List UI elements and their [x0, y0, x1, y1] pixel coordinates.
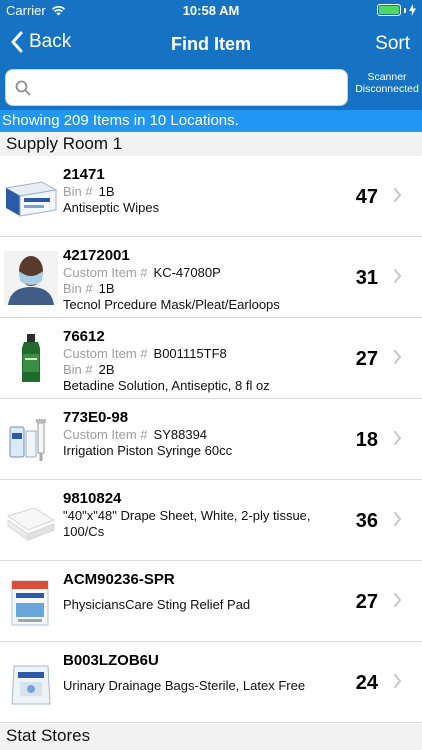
custom-item-label: Custom Item #	[63, 427, 148, 442]
page-title: Find Item	[171, 34, 251, 54]
item-row[interactable]: ACM90236-SPR PhysiciansCare Sting Relief…	[0, 561, 422, 642]
item-description: Betadine Solution, Antiseptic, 8 fl oz	[63, 378, 270, 393]
battery-icon	[377, 4, 401, 16]
results-summary: Showing 209 Items in 10 Locations.	[0, 110, 422, 132]
section-header: Stat Stores	[0, 724, 422, 750]
scanner-status-line2: Disconnected	[355, 83, 419, 95]
item-number: B003LZOB6U	[63, 652, 159, 669]
bin-value: 1B	[98, 281, 115, 296]
item-quantity: 27	[355, 348, 378, 370]
item-description: Urinary Drainage Bags-Sterile, Latex Fre…	[63, 678, 306, 693]
item-description: Antiseptic Wipes	[63, 200, 160, 215]
item-row[interactable]: 42172001 Custom Item # KC-47080P Bin #1B …	[0, 237, 422, 318]
item-quantity: 36	[355, 510, 378, 532]
item-description-continued: 100/Cs	[63, 524, 105, 539]
item-number: 773E0-98	[63, 409, 129, 426]
item-row[interactable]: 9810824 "40"x"48" Drape Sheet, White, 2-…	[0, 480, 422, 561]
custom-item-value: SY88394	[153, 427, 208, 442]
item-description: Irrigation Piston Syringe 60cc	[63, 443, 233, 458]
status-bar: Carrier 10:58 AM	[0, 0, 422, 22]
drainage-bag-icon	[11, 665, 51, 705]
item-number: ACM90236-SPR	[63, 571, 175, 588]
search-field[interactable]	[5, 69, 348, 106]
syringe-icon	[9, 419, 46, 461]
item-description: PhysiciansCare Sting Relief Pad	[63, 597, 251, 612]
item-quantity: 31	[355, 267, 378, 289]
chevron-right-icon	[394, 431, 402, 445]
custom-item-value: B001115TF8	[153, 346, 227, 361]
chevron-right-icon	[394, 674, 402, 688]
item-row[interactable]: 773E0-98 Custom Item # SY88394 Irrigation…	[0, 399, 422, 480]
bin-label: Bin #	[63, 184, 93, 199]
search-icon	[15, 80, 31, 96]
navigation-bar: Back Find Item Sort	[0, 22, 422, 66]
sort-button[interactable]: Sort	[375, 33, 410, 55]
item-number: 21471	[63, 166, 105, 183]
item-quantity: 18	[355, 429, 378, 451]
chevron-right-icon	[394, 350, 402, 364]
item-number: 42172001	[63, 247, 130, 264]
item-row[interactable]: B003LZOB6U Urinary Drainage Bags-Sterile…	[0, 642, 422, 723]
item-description: "40"x"48" Drape Sheet, White, 2-ply tiss…	[63, 508, 311, 523]
scanner-status-line1: Scanner	[367, 71, 407, 83]
clock: 10:58 AM	[182, 3, 240, 18]
item-quantity: 27	[355, 591, 378, 613]
item-row[interactable]: 76612 Custom Item # B001115TF8 Bin # 2B Be…	[0, 318, 422, 399]
wipes-box-icon	[4, 181, 58, 217]
item-row[interactable]: 21471 Bin # 1B Antiseptic Wipes 47	[0, 156, 422, 237]
item-number: 76612	[63, 328, 105, 345]
bottle-icon	[22, 334, 40, 382]
search-bar: Scanner Disconnected	[0, 66, 422, 110]
bin-label: Bin #	[63, 281, 93, 296]
section-header: Supply Room 1	[0, 132, 422, 156]
item-description: Tecnol Prcedure Mask/Pleat/Earloops	[63, 297, 280, 312]
chevron-right-icon	[394, 188, 402, 202]
scanner-status[interactable]: Scanner Disconnected	[352, 71, 422, 95]
custom-item-label: Custom Item #	[63, 346, 148, 361]
drape-sheet-icon	[6, 507, 56, 541]
chevron-right-icon	[394, 593, 402, 607]
battery-indicator	[377, 4, 416, 16]
item-quantity: 47	[355, 186, 378, 208]
chevron-right-icon	[394, 269, 402, 283]
charging-icon	[409, 4, 416, 16]
bin-label: Bin #	[63, 362, 93, 377]
search-input[interactable]	[38, 76, 338, 100]
mask-person-icon	[4, 251, 58, 305]
custom-item-label: Custom Item #	[63, 265, 148, 280]
item-quantity: 24	[355, 672, 378, 694]
item-number: 9810824	[63, 490, 122, 507]
sting-relief-box-icon	[11, 580, 49, 626]
bin-value: 1B	[98, 184, 115, 199]
custom-item-value: KC-47080P	[153, 265, 221, 280]
bin-value: 2B	[98, 362, 115, 377]
chevron-right-icon	[394, 512, 402, 526]
